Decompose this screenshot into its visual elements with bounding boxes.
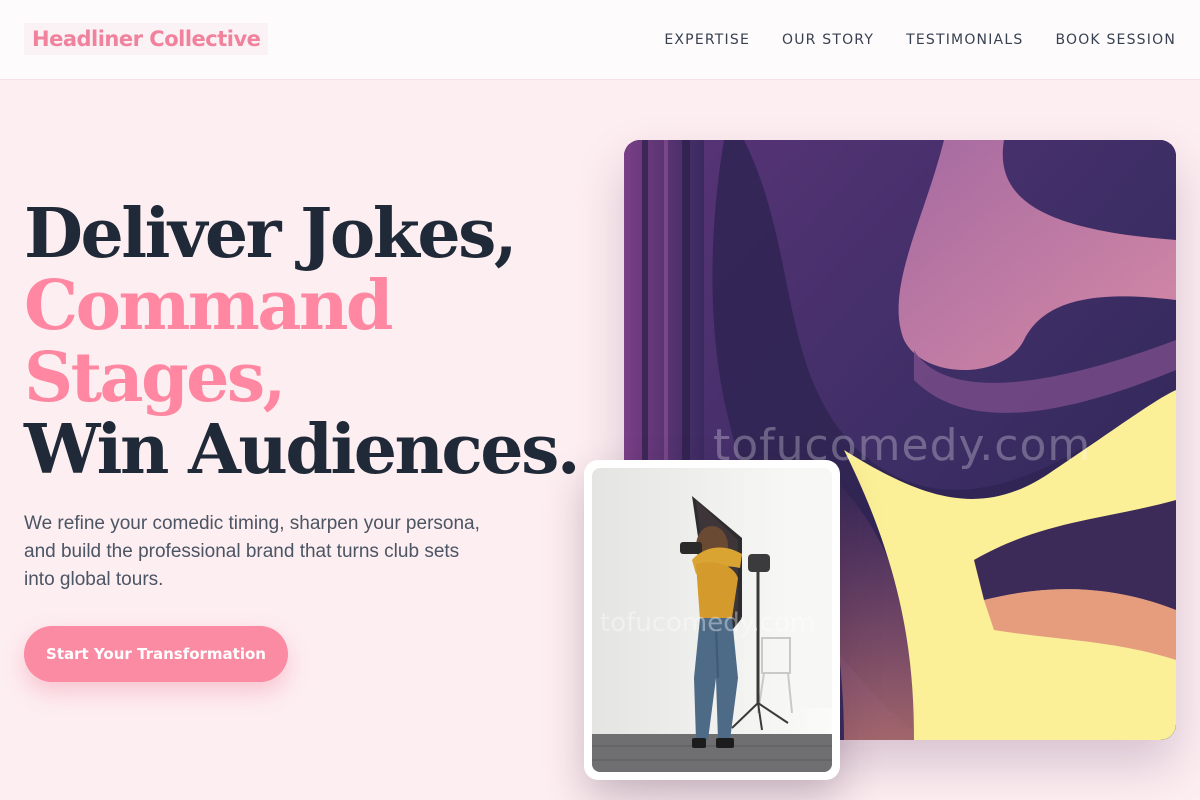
photographer-image xyxy=(592,468,832,772)
start-transformation-button[interactable]: Start Your Transformation xyxy=(24,626,288,682)
nav-links: EXPERTISE OUR STORY TESTIMONIALS BOOK SE… xyxy=(664,32,1176,48)
headline-line-2: Command xyxy=(24,266,393,346)
headline-line-4: Win Audiences. xyxy=(24,410,581,490)
brand-logo[interactable]: Headliner Collective xyxy=(24,22,269,55)
photographer-photo-card xyxy=(584,460,840,780)
headline-line-1: Deliver Jokes, xyxy=(24,194,518,274)
nav-link-expertise[interactable]: EXPERTISE xyxy=(664,32,750,48)
headline-line-3: Stages, xyxy=(24,338,286,418)
hero-headline: Deliver Jokes, Command Stages, Win Audie… xyxy=(24,194,581,490)
nav-link-our-story[interactable]: OUR STORY xyxy=(782,32,874,48)
nav-link-testimonials[interactable]: TESTIMONIALS xyxy=(906,32,1023,48)
hero-subtext: We refine your comedic timing, sharpen y… xyxy=(24,513,480,590)
top-nav: Headliner Collective EXPERTISE OUR STORY… xyxy=(0,0,1200,80)
nav-link-book-session[interactable]: BOOK SESSION xyxy=(1055,32,1176,48)
